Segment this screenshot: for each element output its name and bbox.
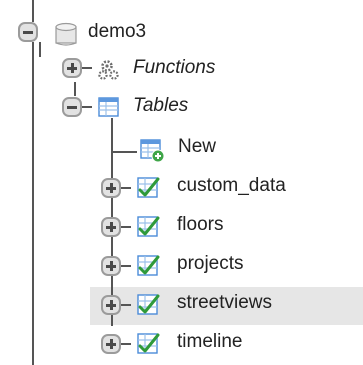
table-icon — [136, 292, 162, 318]
table-label[interactable]: custom_data — [177, 174, 286, 198]
tree-line — [82, 106, 92, 108]
new-table-icon — [139, 137, 165, 163]
expand-functions-toggle[interactable] — [62, 58, 82, 78]
expand-table-toggle[interactable] — [101, 178, 121, 198]
tree-line — [121, 187, 131, 189]
table-icon — [136, 214, 162, 240]
expand-table-toggle[interactable] — [101, 217, 121, 237]
table-label[interactable]: streetviews — [177, 291, 272, 315]
tree-line — [121, 343, 131, 345]
gears-icon — [96, 57, 122, 83]
expand-table-toggle[interactable] — [101, 256, 121, 276]
table-label[interactable]: floors — [177, 213, 223, 237]
table-icon — [136, 253, 162, 279]
database-label[interactable]: demo3 — [88, 20, 146, 44]
table-icon — [136, 331, 162, 357]
tree-line — [32, 0, 34, 22]
table-icon — [136, 175, 162, 201]
tree-line — [74, 82, 76, 96]
collapse-tables-toggle[interactable] — [62, 97, 82, 117]
tree-line — [82, 67, 92, 69]
tree-line — [111, 151, 137, 153]
tables-folder-icon — [97, 95, 121, 119]
tree-line — [121, 226, 131, 228]
table-label[interactable]: projects — [177, 252, 244, 276]
collapse-demo3-toggle[interactable] — [18, 22, 38, 42]
tree-line — [121, 265, 131, 267]
navigation-tree: demo3 Functions Tables New custom_data f… — [0, 0, 363, 365]
database-icon — [53, 21, 79, 47]
tables-label[interactable]: Tables — [133, 94, 188, 118]
functions-label[interactable]: Functions — [133, 56, 215, 80]
new-table-label[interactable]: New — [178, 135, 216, 159]
tree-line — [39, 42, 41, 57]
tree-line — [121, 304, 131, 306]
expand-table-toggle[interactable] — [101, 334, 121, 354]
table-label[interactable]: timeline — [177, 330, 242, 354]
tree-line — [32, 42, 34, 365]
expand-table-toggle[interactable] — [101, 295, 121, 315]
